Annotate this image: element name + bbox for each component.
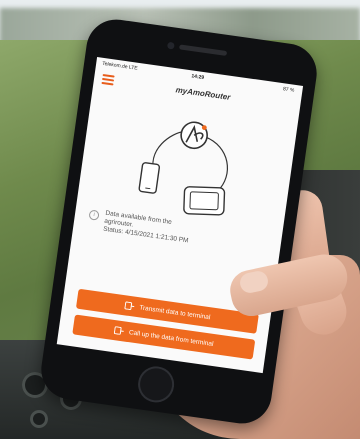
console-knob [30, 410, 48, 428]
clock: 14:29 [190, 73, 205, 82]
hamburger-menu-icon[interactable] [101, 73, 115, 86]
phone-screen: Telekom.de LTE 14:29 87 % myAmoRouter i … [56, 57, 304, 374]
call-up-button-label: Call up the data from terminal [128, 328, 214, 348]
transmit-terminal-icon [124, 301, 134, 310]
battery-label: 87 % [282, 86, 295, 94]
receive-terminal-icon [113, 326, 124, 335]
smartphone-icon [138, 162, 161, 194]
earpiece [178, 44, 228, 56]
home-button[interactable] [135, 364, 177, 405]
front-camera [166, 41, 175, 50]
agrirouter-logo-icon [180, 121, 208, 150]
transmit-button-label: Transmit data to terminal [138, 303, 211, 321]
terminal-icon [183, 186, 226, 216]
info-icon: i [88, 209, 100, 221]
